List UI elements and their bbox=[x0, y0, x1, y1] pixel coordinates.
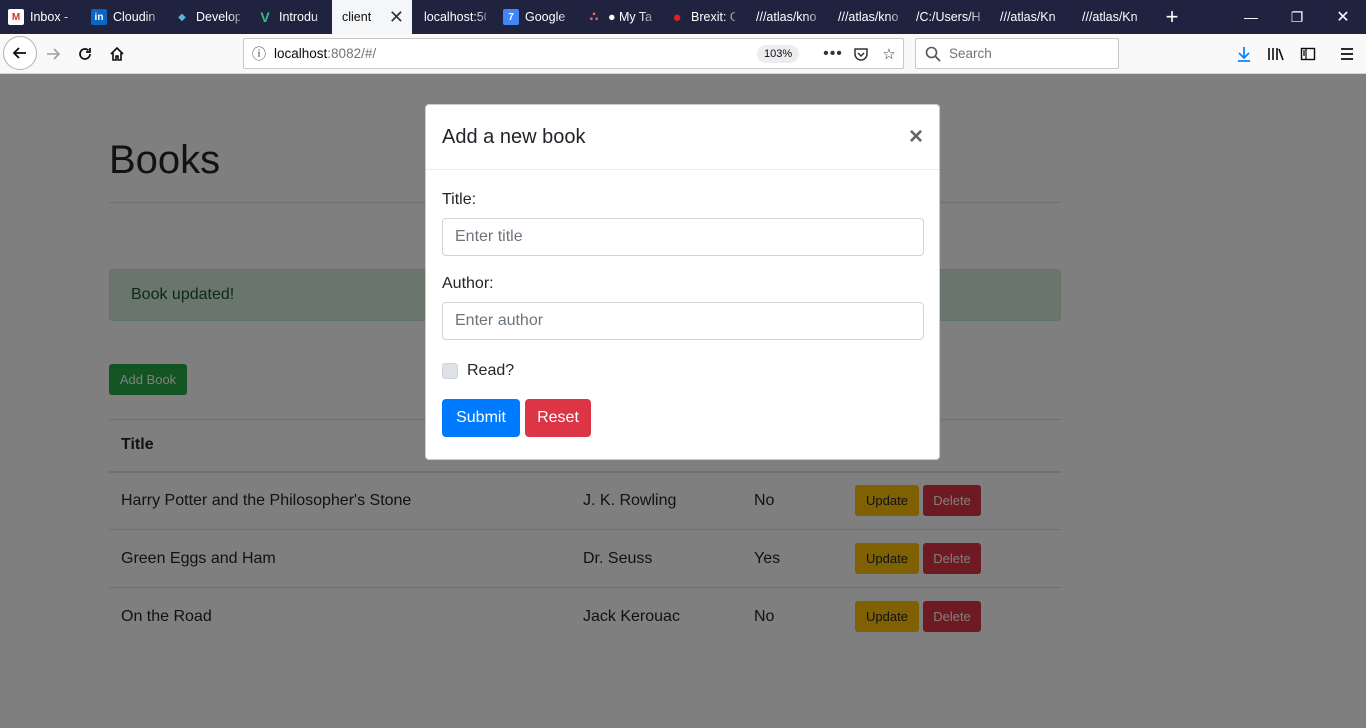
red-circle-icon: ● bbox=[672, 8, 682, 26]
modal-header: Add a new book × bbox=[426, 105, 939, 170]
tab-atlas-4[interactable]: ///atlas/Kn bbox=[1072, 0, 1154, 34]
read-label: Read? bbox=[467, 362, 515, 379]
info-icon[interactable]: ⓘ bbox=[244, 44, 274, 64]
modal-body: Title: Author: Read? Submit Reset bbox=[426, 170, 939, 453]
forward-arrow-icon bbox=[47, 48, 61, 60]
asana-icon: ∴ bbox=[589, 9, 599, 24]
library-icon[interactable] bbox=[1264, 42, 1288, 66]
modal-title: Add a new book bbox=[442, 125, 586, 148]
tab-client[interactable]: client ✕ bbox=[332, 0, 412, 34]
menu-icon[interactable] bbox=[1335, 42, 1359, 66]
sidebar-icon[interactable] bbox=[1296, 42, 1320, 66]
zoom-badge[interactable]: 103% bbox=[757, 45, 800, 63]
tab-strip: M Inbox - in Cloudin ◆ Develop V Introdu… bbox=[0, 0, 1366, 34]
search-icon bbox=[925, 46, 941, 62]
url-text[interactable]: localhost:8082/#/ bbox=[274, 46, 376, 61]
tab-localhost[interactable]: localhost:50 bbox=[412, 0, 495, 34]
vue-icon: V bbox=[260, 9, 270, 25]
title-input[interactable] bbox=[442, 218, 924, 256]
tab-atlas-1[interactable]: ///atlas/kno bbox=[744, 0, 826, 34]
back-button[interactable] bbox=[3, 36, 37, 70]
title-label: Title: bbox=[442, 191, 477, 208]
calendar-icon: 7 bbox=[503, 9, 519, 25]
home-icon bbox=[110, 46, 124, 61]
close-icon[interactable]: × bbox=[909, 125, 923, 149]
read-checkbox[interactable] bbox=[442, 363, 458, 379]
back-arrow-icon bbox=[12, 47, 26, 59]
page-actions-icon[interactable]: ••• bbox=[822, 43, 844, 65]
search-input[interactable] bbox=[949, 46, 1109, 61]
close-tab-icon[interactable]: ✕ bbox=[375, 7, 404, 28]
tab-brexit[interactable]: ● Brexit: C bbox=[661, 0, 744, 34]
tab-introduction[interactable]: V Introdu bbox=[249, 0, 332, 34]
tab-atlas-3[interactable]: ///atlas/Kn bbox=[990, 0, 1072, 34]
close-window-icon[interactable]: ✕ bbox=[1320, 0, 1366, 34]
downloads-icon[interactable] bbox=[1232, 42, 1256, 66]
cube-icon: ◆ bbox=[178, 11, 186, 23]
submit-button[interactable]: Submit bbox=[442, 399, 520, 437]
tab-google-calendar[interactable]: 7 Google bbox=[495, 0, 578, 34]
linkedin-icon: in bbox=[91, 9, 107, 25]
new-tab-button[interactable]: + bbox=[1154, 0, 1190, 34]
author-label: Author: bbox=[442, 275, 494, 292]
modal-actions: Submit Reset bbox=[442, 399, 923, 437]
navigation-toolbar: ⓘ localhost:8082/#/ 103% ••• ☆ bbox=[0, 34, 1366, 74]
minimize-icon[interactable]: — bbox=[1228, 0, 1274, 34]
reload-button[interactable] bbox=[69, 38, 101, 70]
reset-button[interactable]: Reset bbox=[525, 399, 591, 437]
read-checkbox-row: Read? bbox=[442, 362, 923, 380]
pocket-icon[interactable] bbox=[850, 43, 872, 65]
restore-icon[interactable]: ❐ bbox=[1274, 0, 1320, 34]
reload-icon bbox=[79, 48, 91, 60]
author-input[interactable] bbox=[442, 302, 924, 340]
tab-cloudinary[interactable]: in Cloudin bbox=[83, 0, 166, 34]
home-button[interactable] bbox=[101, 38, 133, 70]
url-bar[interactable]: ⓘ localhost:8082/#/ 103% ••• ☆ bbox=[243, 38, 904, 69]
tab-my-tasks[interactable]: ∴ ● My Ta bbox=[578, 0, 661, 34]
gmail-icon: M bbox=[8, 9, 24, 25]
forward-button[interactable] bbox=[37, 38, 69, 70]
add-book-modal: Add a new book × Title: Author: Read? Su… bbox=[425, 104, 940, 460]
tab-inbox[interactable]: M Inbox - bbox=[0, 0, 83, 34]
bookmark-star-icon[interactable]: ☆ bbox=[878, 43, 900, 65]
tab-atlas-2[interactable]: ///atlas/kno bbox=[826, 0, 908, 34]
tab-users[interactable]: /C:/Users/H bbox=[908, 0, 990, 34]
tab-develop[interactable]: ◆ Develop bbox=[166, 0, 249, 34]
search-box[interactable] bbox=[915, 38, 1119, 69]
